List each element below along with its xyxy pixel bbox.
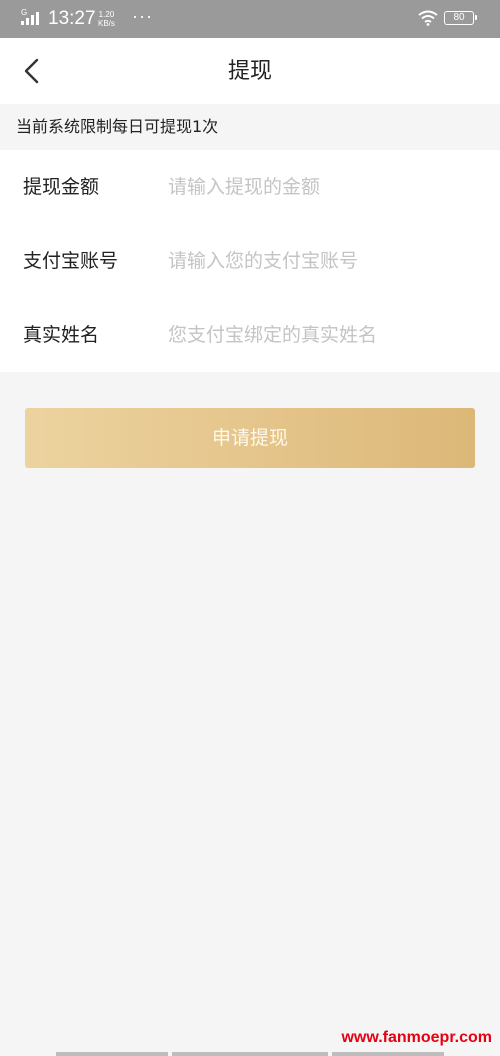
- amount-input[interactable]: [168, 168, 478, 206]
- bottom-strip: [172, 1052, 328, 1056]
- battery-icon: 80: [444, 11, 477, 25]
- page-title: 提现: [227, 59, 272, 84]
- network-speed-unit: KB/s: [98, 19, 115, 28]
- withdraw-limit-notice: 当前系统限制每日可提现1次: [0, 110, 500, 144]
- network-speed: 1.20 KB/s: [98, 10, 115, 28]
- status-bar: G 13:27 1.20 KB/s ··· 80: [0, 0, 500, 38]
- more-notifications-icon: ···: [132, 6, 153, 26]
- alipay-account-row: 支付宝账号: [0, 224, 500, 298]
- watermark: www.fanmoepr.com: [341, 1029, 492, 1046]
- network-type: G: [21, 8, 27, 17]
- signal-icon: G: [21, 8, 39, 25]
- alipay-account-input[interactable]: [168, 242, 478, 280]
- amount-label: 提现金额: [23, 176, 100, 198]
- bottom-strip: [56, 1052, 168, 1056]
- nav-bar: 提现: [0, 38, 500, 104]
- amount-row: 提现金额: [0, 150, 500, 224]
- notice-text: 当前系统限制每日可提现1次: [16, 117, 219, 136]
- real-name-input[interactable]: [168, 316, 478, 354]
- wifi-icon: [418, 10, 438, 26]
- real-name-label: 真实姓名: [23, 324, 100, 346]
- withdraw-form: 提现金额 支付宝账号 真实姓名: [0, 150, 500, 372]
- real-name-row: 真实姓名: [0, 298, 500, 372]
- bottom-strip: [332, 1052, 444, 1056]
- apply-withdraw-button[interactable]: 申请提现: [25, 408, 475, 468]
- alipay-account-label: 支付宝账号: [23, 250, 119, 272]
- apply-withdraw-label: 申请提现: [211, 427, 288, 449]
- status-time: 13:27: [48, 8, 96, 29]
- network-speed-value: 1.20: [98, 10, 115, 19]
